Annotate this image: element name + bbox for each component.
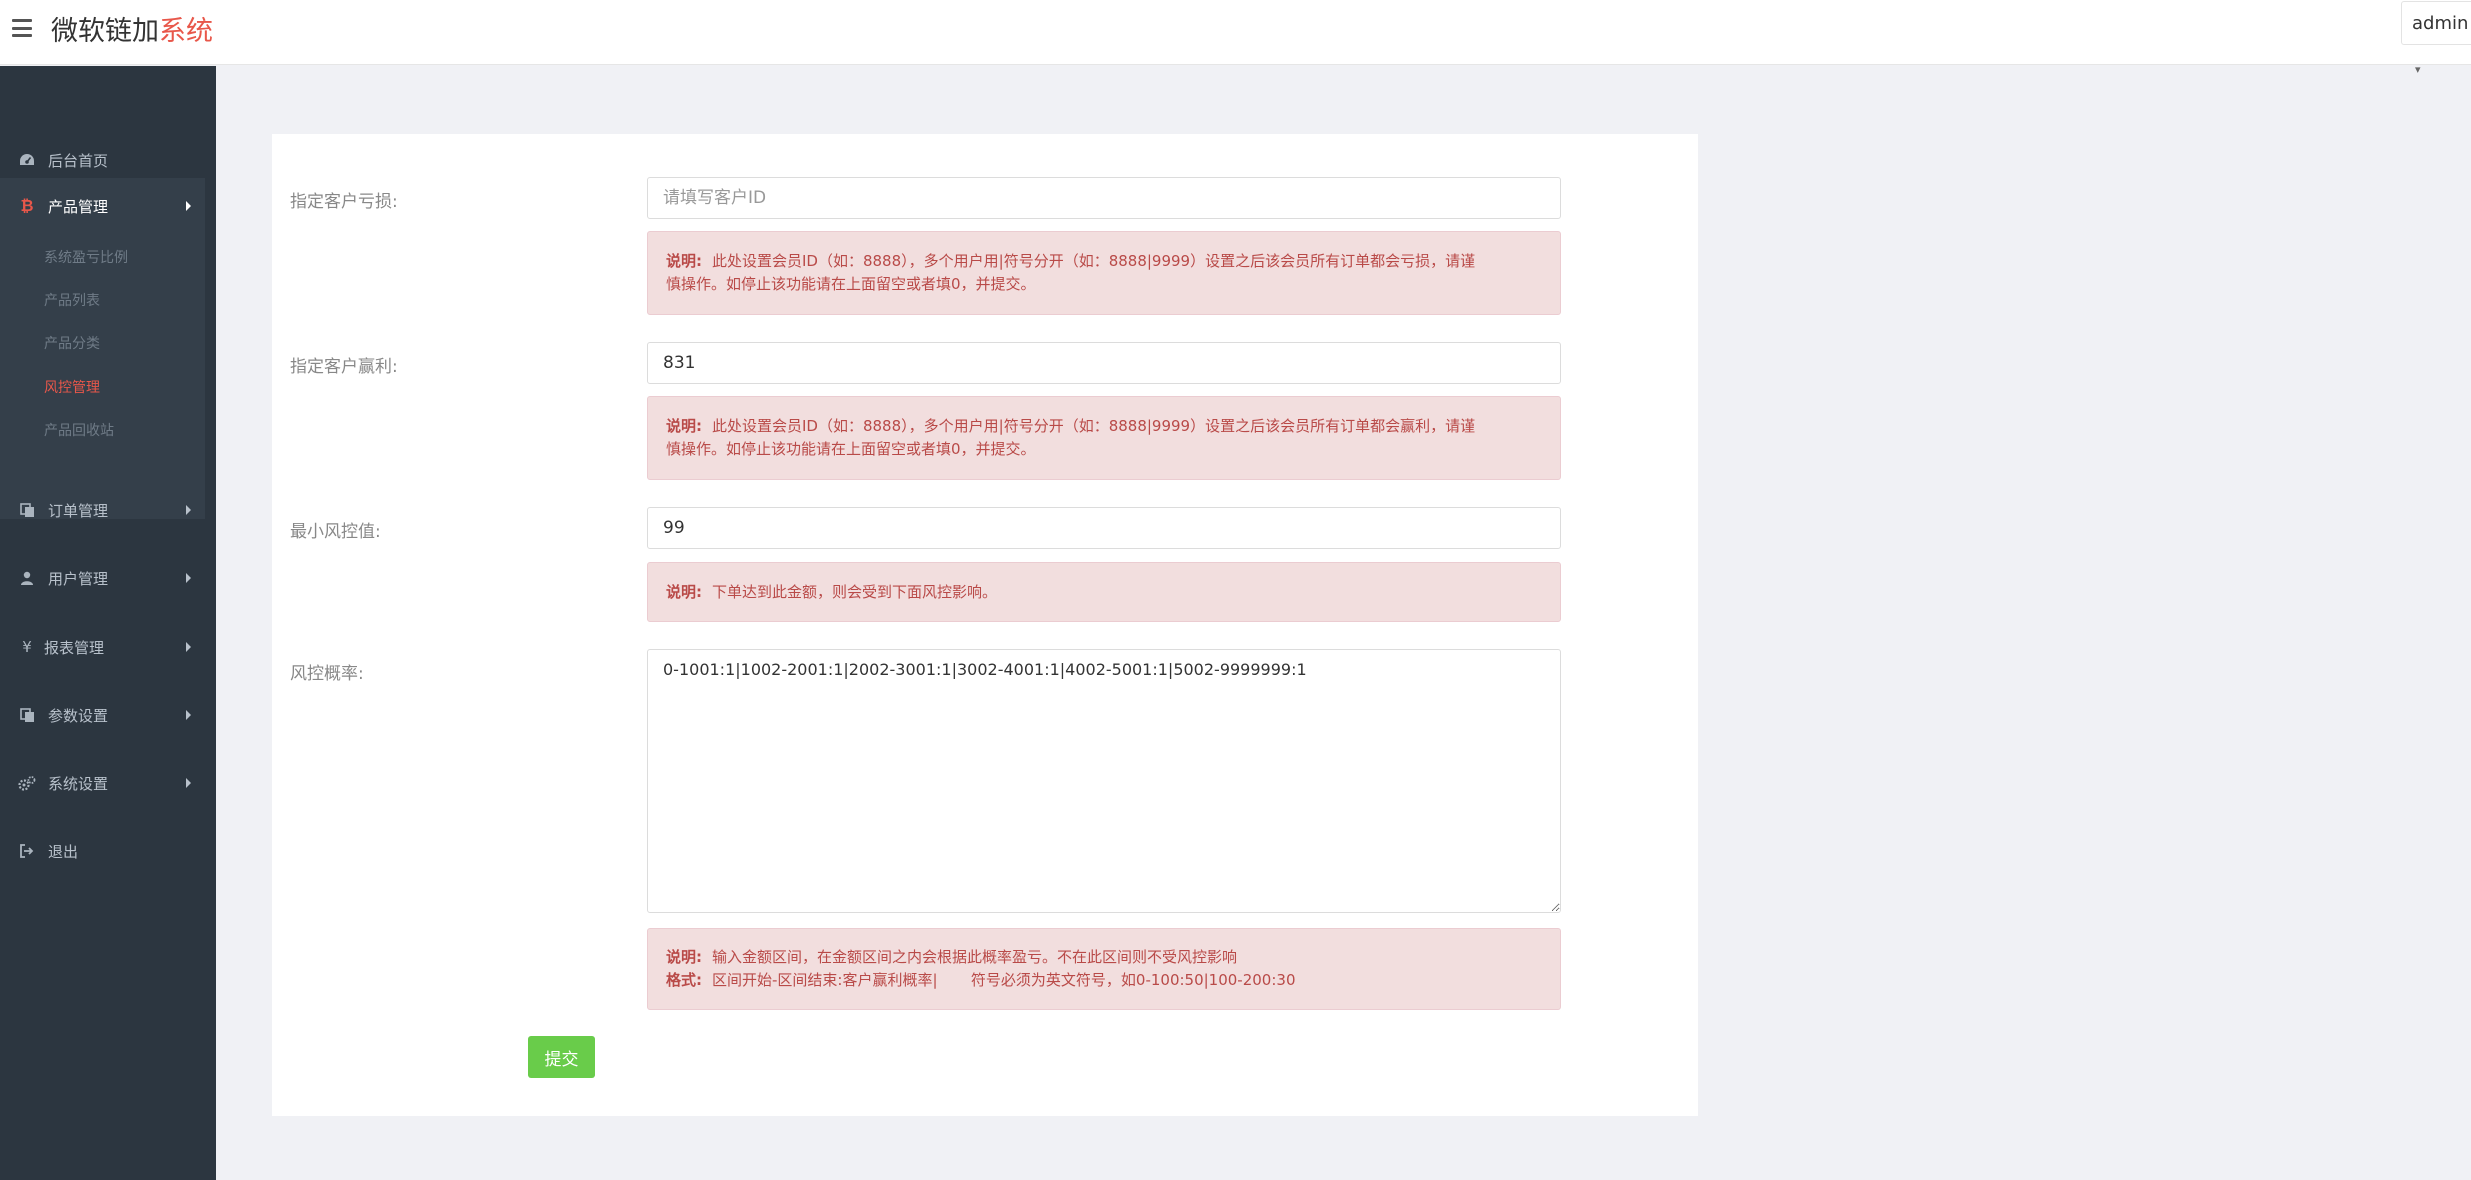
format-title: 格式:: [666, 971, 702, 989]
sidebar-item-parameters[interactable]: 参数设置: [0, 693, 216, 737]
sidebar-item-label: 参数设置: [48, 706, 109, 725]
note-title: 说明:: [666, 417, 702, 435]
note-text-line2: 慎操作。如停止该功能请在上面留空或者填0，并提交。: [666, 275, 1036, 293]
sidebar-item-label: 订单管理: [48, 501, 109, 520]
chevron-right-icon: [186, 642, 191, 652]
note-text-line1: 此处设置会员ID（如：8888），多个用户用|符号分开（如：8888|9999）…: [712, 252, 1476, 270]
note-text: 输入金额区间，在金额区间之内会根据此概率盈亏。不在此区间则不受风控影响: [712, 948, 1238, 966]
submenu-item-risk-control[interactable]: 风控管理: [44, 377, 100, 397]
sidebar-item-users[interactable]: 用户管理: [0, 556, 216, 600]
submenu-item-recycle-bin[interactable]: 产品回收站: [44, 420, 114, 440]
risk-probability-label: 风控概率:: [290, 664, 364, 684]
sidebar-item-label: 系统设置: [48, 774, 109, 793]
submenu-item-product-category[interactable]: 产品分类: [44, 333, 100, 353]
sidebar-item-label: 报表管理: [44, 638, 105, 657]
loss-customer-note: 说明: 此处设置会员ID（如：8888），多个用户用|符号分开（如：8888|99…: [647, 231, 1561, 315]
win-customer-note: 说明: 此处设置会员ID（如：8888），多个用户用|符号分开（如：8888|99…: [647, 396, 1561, 480]
yen-icon: ¥: [22, 638, 32, 656]
sidebar-item-products[interactable]: ₿ 产品管理: [0, 184, 205, 228]
note-title: 说明:: [666, 948, 702, 966]
chevron-down-icon: ▾: [2415, 63, 2421, 76]
sidebar-item-dashboard[interactable]: 后台首页: [0, 138, 216, 182]
bitcoin-icon: ₿: [20, 196, 34, 215]
user-icon: [17, 568, 37, 588]
copy-icon: [17, 705, 37, 725]
note-text-line1: 此处设置会员ID（如：8888），多个用户用|符号分开（如：8888|9999）…: [712, 417, 1476, 435]
note-title: 说明:: [666, 583, 702, 601]
submenu-item-profit-ratio[interactable]: 系统盈亏比例: [44, 247, 128, 267]
loss-customer-label: 指定客户亏损:: [290, 192, 398, 212]
app-title: 微软链加系统: [51, 12, 213, 52]
sidebar-item-logout[interactable]: 退出: [0, 829, 216, 873]
min-risk-input[interactable]: [647, 507, 1561, 549]
brand-accent: 系统: [159, 16, 213, 47]
min-risk-label: 最小风控值:: [290, 522, 381, 542]
copy-icon: [17, 500, 37, 520]
sidebar-item-reports[interactable]: ¥ 报表管理: [0, 625, 216, 669]
min-risk-note: 说明: 下单达到此金额，则会受到下面风控影响。: [647, 562, 1561, 622]
sidebar-item-label: 用户管理: [48, 569, 109, 588]
win-customer-input[interactable]: [647, 342, 1561, 384]
risk-probability-textarea[interactable]: 0-1001:1|1002-2001:1|2002-3001:1|3002-40…: [647, 649, 1561, 913]
note-text: 下单达到此金额，则会受到下面风控影响。: [712, 583, 998, 601]
chevron-right-icon: [186, 778, 191, 788]
format-text: 区间开始-区间结束:客户赢利概率| 符号必须为英文符号，如0-100:50|10…: [712, 971, 1296, 989]
note-text-line2: 慎操作。如停止该功能请在上面留空或者填0，并提交。: [666, 440, 1036, 458]
menu-toggle-icon[interactable]: [12, 19, 32, 37]
sidebar-item-label: 退出: [48, 842, 79, 861]
chevron-right-icon: [186, 201, 191, 211]
sidebar: 后台首页 ₿ 产品管理 系统盈亏比例 产品列表 产品分类 风控管理 产品回收站 …: [0, 66, 216, 1180]
dashboard-icon: [17, 150, 37, 170]
user-menu-button[interactable]: admin ▾: [2401, 1, 2471, 76]
brand-main: 微软链加: [51, 16, 159, 47]
submenu-item-product-list[interactable]: 产品列表: [44, 290, 100, 310]
chevron-right-icon: [186, 710, 191, 720]
submit-button[interactable]: 提交: [528, 1036, 595, 1078]
gears-icon: [17, 773, 37, 793]
chevron-right-icon: [186, 573, 191, 583]
chevron-right-icon: [186, 505, 191, 515]
win-customer-label: 指定客户赢利:: [290, 357, 398, 377]
loss-customer-input[interactable]: [647, 177, 1561, 219]
top-bar: 微软链加系统 admin ▾: [0, 0, 2471, 76]
sidebar-item-orders[interactable]: 订单管理: [0, 488, 216, 532]
sidebar-item-label: 产品管理: [48, 197, 109, 216]
product-submenu-group: ₿ 产品管理 系统盈亏比例 产品列表 产品分类 风控管理 产品回收站: [0, 178, 205, 519]
user-menu-label: admin: [2412, 13, 2469, 34]
note-title: 说明:: [666, 252, 702, 270]
sidebar-item-label: 后台首页: [48, 151, 109, 170]
sign-out-icon: [17, 841, 37, 861]
risk-probability-note: 说明: 输入金额区间，在金额区间之内会根据此概率盈亏。不在此区间则不受风控影响 格…: [647, 928, 1561, 1010]
sidebar-item-system[interactable]: 系统设置: [0, 761, 216, 805]
